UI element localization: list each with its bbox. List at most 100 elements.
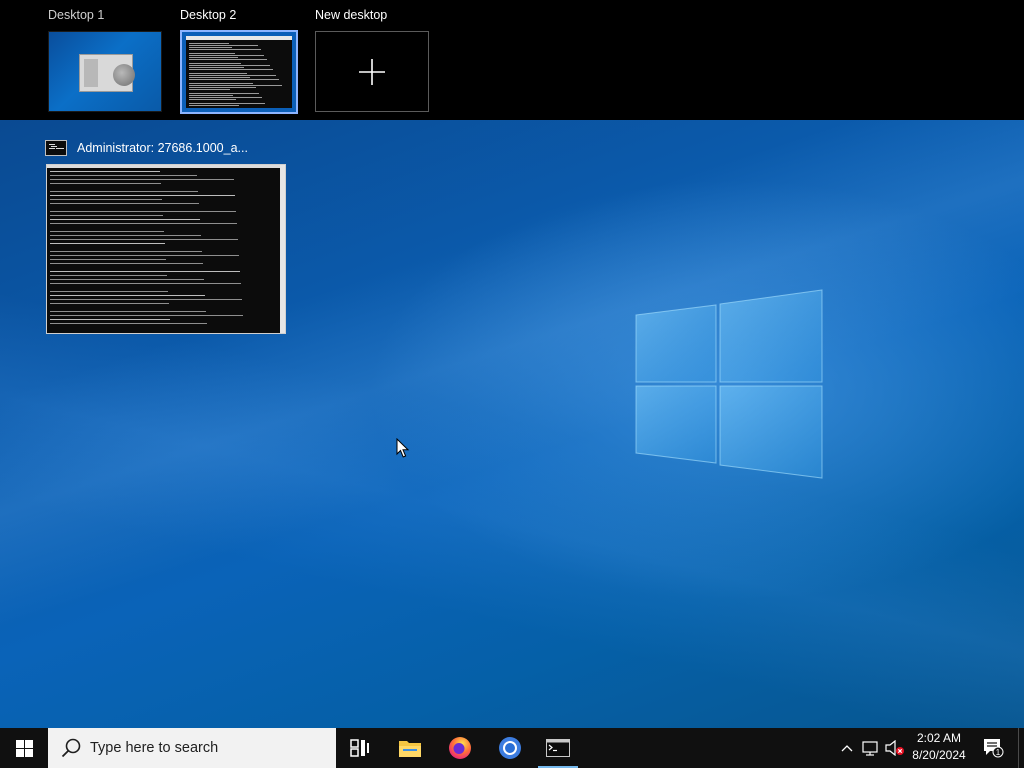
clock-date: 8/20/2024 xyxy=(912,748,966,762)
console-text-line xyxy=(50,295,205,296)
virtual-desktop-2-thumbnail[interactable] xyxy=(180,30,298,114)
console-text-line xyxy=(189,59,267,60)
console-text-line xyxy=(50,183,161,184)
show-hidden-icons-button[interactable] xyxy=(838,728,856,768)
firefox-icon xyxy=(449,737,471,759)
console-text-line xyxy=(189,73,247,74)
console-text-line xyxy=(50,195,235,196)
task-view-window-thumbnail[interactable] xyxy=(46,164,286,334)
console-text-line xyxy=(50,275,167,276)
console-text-line xyxy=(189,85,282,86)
console-text-line xyxy=(189,77,250,78)
console-text-line xyxy=(50,315,243,316)
task-view-window-header[interactable]: Administrator: 27686.1000_a... xyxy=(45,136,248,160)
console-text-line xyxy=(189,45,258,46)
console-text-line xyxy=(50,271,240,272)
network-status-button[interactable] xyxy=(860,728,882,768)
search-icon xyxy=(61,738,81,758)
console-text-line xyxy=(189,53,235,54)
mini-globe-preview xyxy=(113,64,135,86)
volume-button[interactable] xyxy=(884,728,906,768)
search-placeholder: Type here to search xyxy=(90,740,219,756)
chrome-icon xyxy=(499,737,521,759)
console-text-line xyxy=(189,67,244,68)
firefox-button[interactable] xyxy=(436,728,484,768)
console-text-line xyxy=(189,87,256,88)
action-center-button[interactable]: 1 xyxy=(980,728,1008,768)
console-text-line xyxy=(50,319,170,320)
console-text-line xyxy=(189,65,270,66)
virtual-desktop-1-thumbnail[interactable] xyxy=(48,31,162,112)
console-text-line xyxy=(50,279,204,280)
console-text-line xyxy=(189,83,253,84)
console-text-line xyxy=(50,283,241,284)
console-text-line xyxy=(50,303,169,304)
window-titlebar-preview xyxy=(47,165,285,168)
clock-time: 2:02 AM xyxy=(916,731,962,745)
chrome-button[interactable] xyxy=(486,728,534,768)
console-text-line xyxy=(50,203,199,204)
console-text-line xyxy=(189,75,276,76)
console-text-line xyxy=(50,211,236,212)
taskbar: Type here to search 2:02 AM 8/20/2024 1 xyxy=(0,728,1024,768)
task-view-icon xyxy=(350,739,369,757)
console-text-line xyxy=(189,55,264,56)
console-text-line xyxy=(189,79,279,80)
console-text-line xyxy=(50,219,200,220)
console-text-line xyxy=(50,299,242,300)
console-text-line xyxy=(50,175,197,176)
command-prompt-taskbar-button[interactable] xyxy=(534,728,582,768)
console-text-line xyxy=(189,93,259,94)
console-text-line xyxy=(50,231,164,232)
task-view-window-title: Administrator: 27686.1000_a... xyxy=(77,141,248,155)
virtual-desktop-1-label: Desktop 1 xyxy=(48,8,105,22)
plus-icon xyxy=(316,32,428,111)
virtual-desktop-2-label: Desktop 2 xyxy=(180,8,237,22)
console-text-line xyxy=(50,179,234,180)
console-text-line xyxy=(189,89,230,90)
taskbar-search-box[interactable]: Type here to search xyxy=(48,728,336,768)
console-text-line xyxy=(50,263,203,264)
console-text-line xyxy=(50,291,168,292)
command-prompt-icon xyxy=(546,739,570,757)
console-text-line xyxy=(189,105,239,106)
show-desktop-button[interactable] xyxy=(1018,728,1024,768)
windows-logo-wallpaper xyxy=(635,289,823,479)
task-view-button[interactable] xyxy=(336,728,384,768)
chevron-up-icon xyxy=(841,745,853,752)
virtual-desktop-strip: Desktop 1 Desktop 2 New desktop xyxy=(0,0,1024,120)
console-text-line xyxy=(189,103,265,104)
console-text-line xyxy=(50,199,162,200)
console-text-line xyxy=(50,243,165,244)
console-text-line xyxy=(189,95,233,96)
console-text-line xyxy=(189,57,238,58)
network-icon xyxy=(862,741,878,756)
console-text-line xyxy=(50,251,202,252)
console-text-line xyxy=(189,63,241,64)
file-explorer-button[interactable] xyxy=(386,728,434,768)
new-desktop-button[interactable] xyxy=(315,31,429,112)
taskbar-clock[interactable]: 2:02 AM 8/20/2024 xyxy=(908,730,970,766)
console-text-line xyxy=(50,255,239,256)
console-text-line xyxy=(50,191,198,192)
mouse-cursor-icon xyxy=(396,438,410,458)
console-text-line xyxy=(189,69,273,70)
new-desktop-label: New desktop xyxy=(315,8,388,22)
console-text-line xyxy=(189,47,232,48)
windows-start-icon xyxy=(15,739,33,757)
console-text-line xyxy=(50,239,238,240)
console-text-line xyxy=(189,99,236,100)
console-text-line xyxy=(50,323,207,324)
volume-muted-icon xyxy=(885,740,904,756)
window-scrollbar-preview xyxy=(280,165,285,333)
console-text-line xyxy=(189,43,229,44)
console-text-line xyxy=(50,259,166,260)
command-prompt-icon xyxy=(45,140,67,156)
console-text-line xyxy=(50,215,163,216)
start-button[interactable] xyxy=(0,728,48,768)
console-text-line xyxy=(50,311,206,312)
console-text-line xyxy=(50,223,237,224)
mini-cmd-preview xyxy=(186,36,292,108)
console-text-line xyxy=(50,235,201,236)
console-text-line xyxy=(189,97,262,98)
